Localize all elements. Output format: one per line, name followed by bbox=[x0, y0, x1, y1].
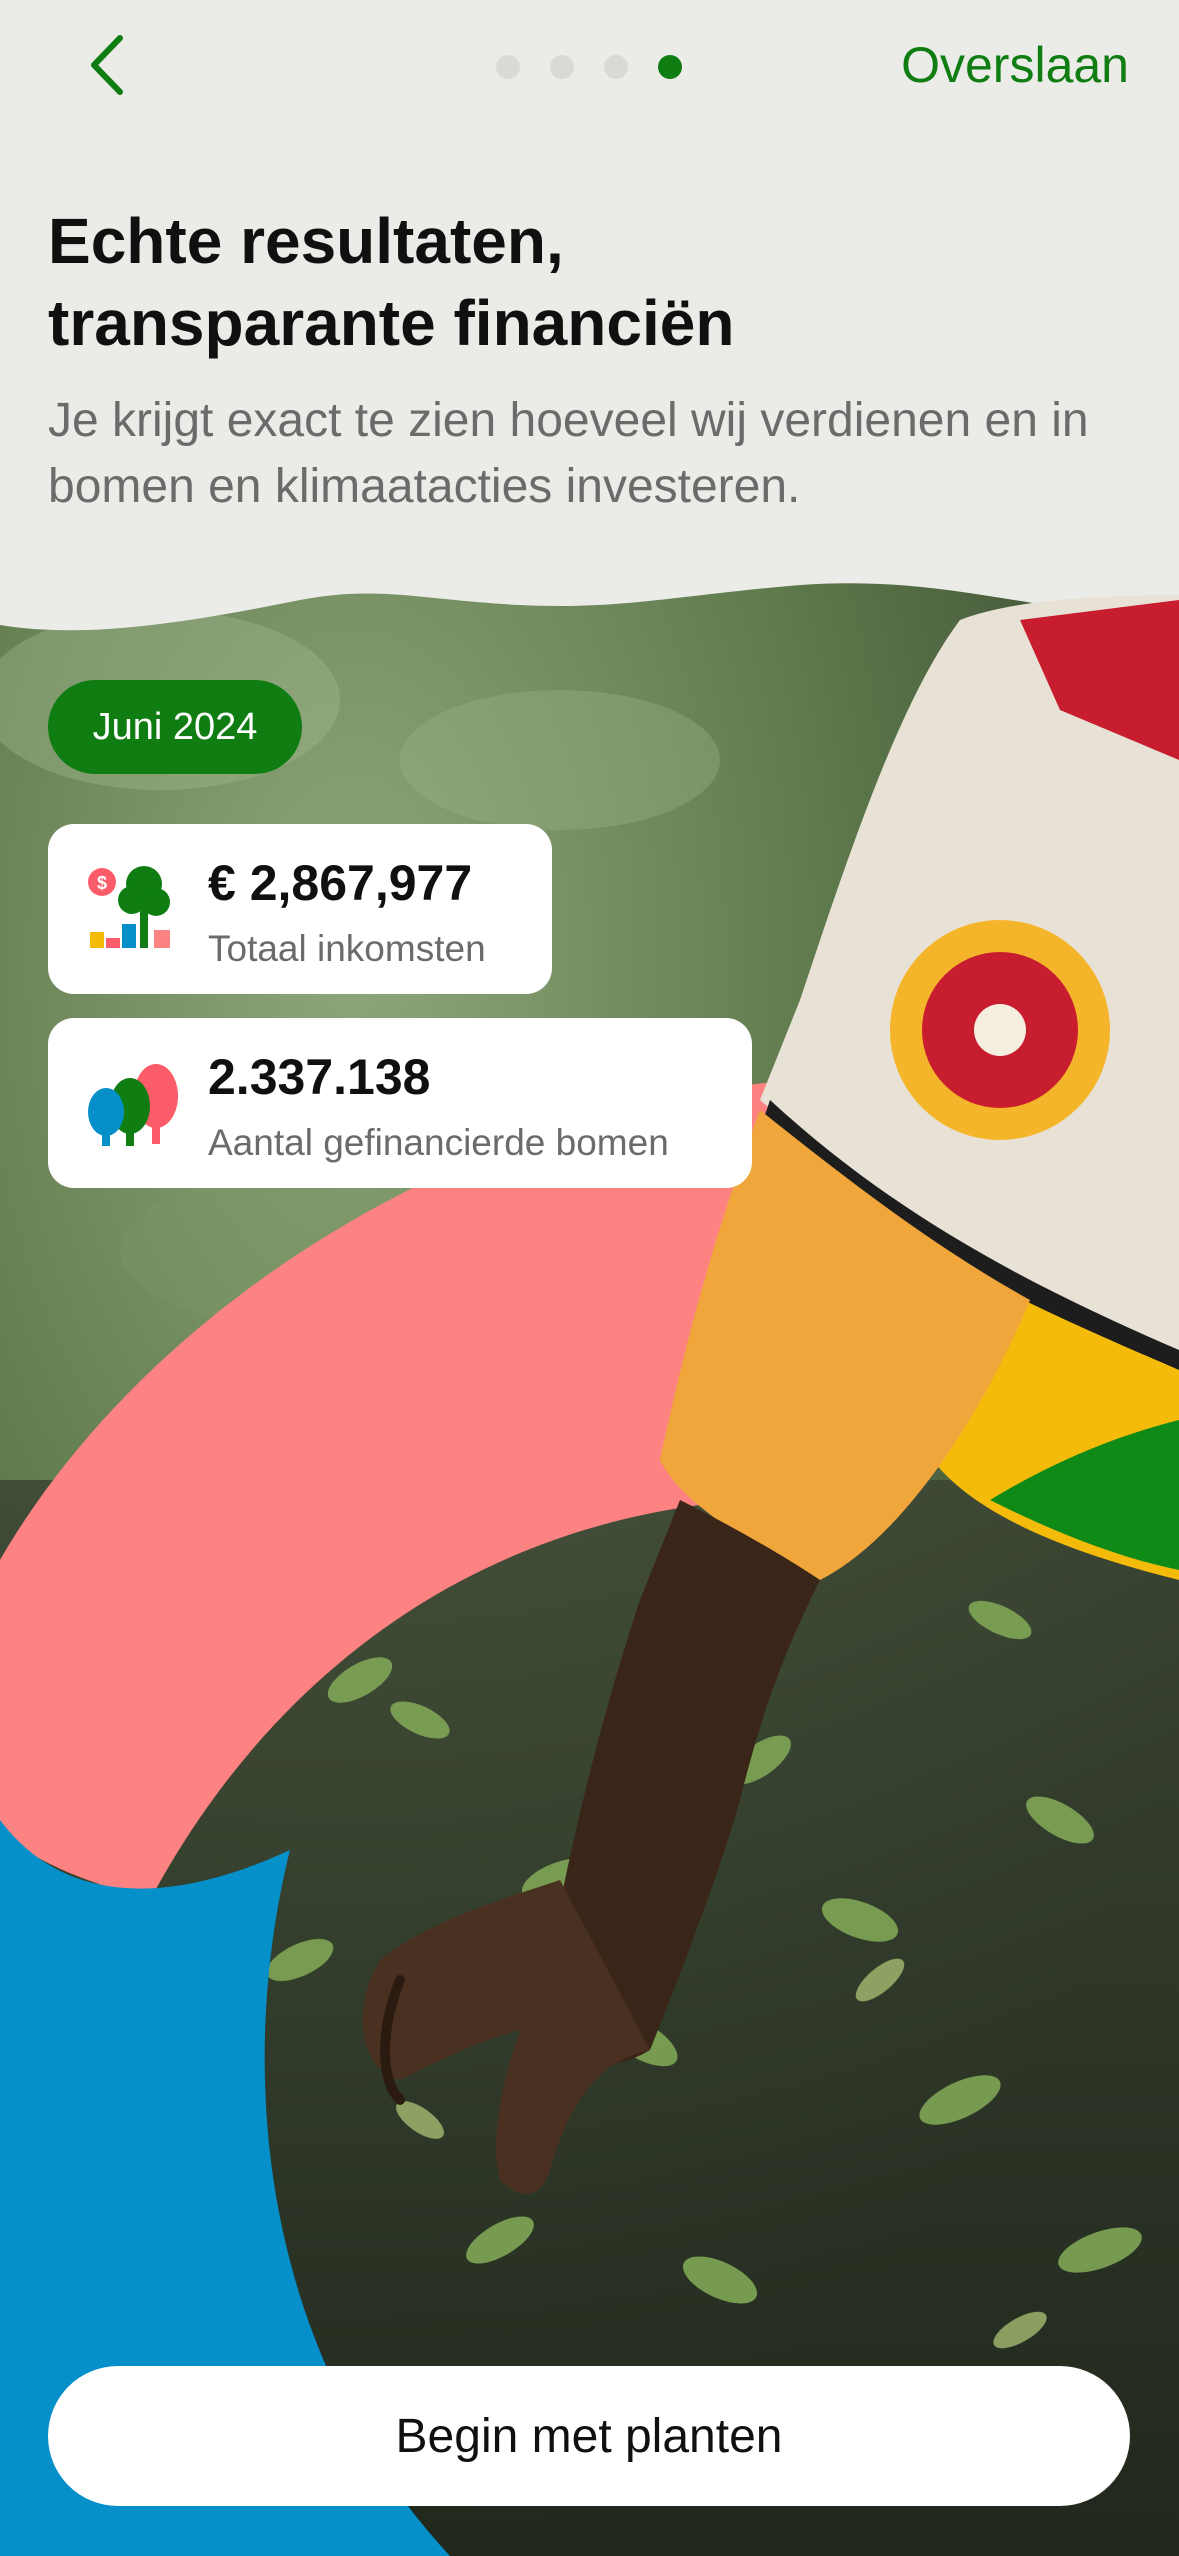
page-title: Echte resultaten, transparante financiën bbox=[48, 200, 1148, 364]
trees-value: 2.337.138 bbox=[208, 1049, 431, 1105]
title-line-1: Echte resultaten, bbox=[48, 205, 564, 277]
month-badge: Juni 2024 bbox=[48, 680, 302, 774]
trees-label: Aantal gefinancierde bomen bbox=[208, 1122, 669, 1163]
income-label: Totaal inkomsten bbox=[208, 928, 486, 969]
income-card: $ € 2,867,977 Totaal inkomsten bbox=[48, 824, 552, 994]
start-planting-button[interactable]: Begin met planten bbox=[48, 2366, 1130, 2506]
page-dot bbox=[496, 55, 520, 79]
income-tree-chart-icon: $ bbox=[88, 866, 170, 948]
title-line-2: transparante financiën bbox=[48, 287, 735, 359]
chevron-left-icon bbox=[91, 35, 123, 95]
skip-button[interactable]: Overslaan bbox=[901, 36, 1129, 94]
trees-icon bbox=[88, 1064, 178, 1146]
back-button[interactable] bbox=[80, 30, 140, 100]
top-bar: Overslaan bbox=[0, 0, 1179, 140]
page-dot bbox=[550, 55, 574, 79]
svg-text:$: $ bbox=[97, 873, 107, 893]
page-subtitle: Je krijgt exact te zien hoeveel wij verd… bbox=[48, 394, 1089, 513]
trees-card: 2.337.138 Aantal gefinancierde bomen bbox=[48, 1018, 752, 1188]
page-dot-active bbox=[658, 55, 682, 79]
page-indicator bbox=[496, 52, 682, 82]
page-dot bbox=[604, 55, 628, 79]
income-value: € 2,867,977 bbox=[208, 855, 473, 911]
